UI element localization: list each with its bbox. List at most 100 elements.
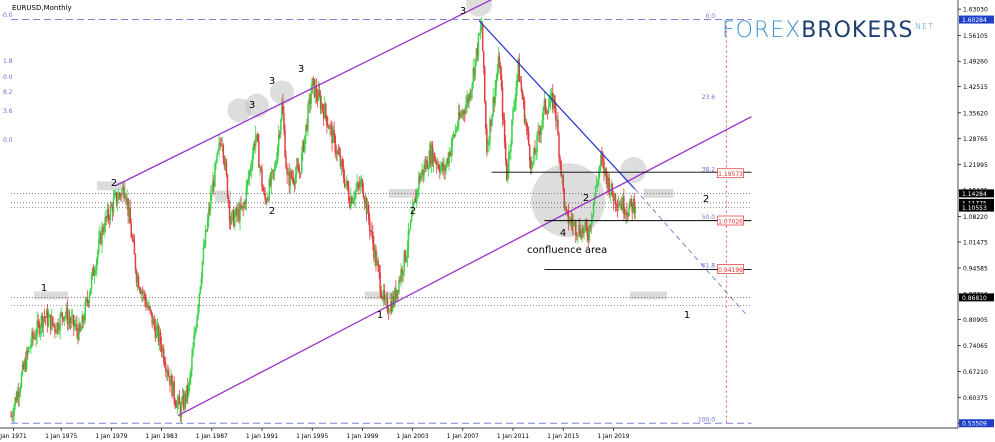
- time-tick-label: 1 Jan 1999: [346, 433, 378, 440]
- candle-body: [454, 129, 457, 136]
- candle-406: [433, 152, 436, 162]
- candle-body: [249, 169, 252, 171]
- candle-body: [496, 71, 499, 80]
- candle-body: [304, 135, 306, 151]
- candle-body: [321, 103, 324, 110]
- candle-body: [276, 146, 279, 161]
- candle-body: [63, 316, 66, 321]
- fibo-price-tag-3: 1.19573: [717, 168, 744, 178]
- candle-body: [484, 67, 486, 102]
- candle-body: [201, 261, 204, 279]
- candle-body: [623, 196, 625, 214]
- time-tick-label: 1 Jan 1975: [45, 433, 77, 440]
- candle-body: [216, 153, 218, 162]
- candle-body: [42, 317, 45, 328]
- candle-body: [273, 168, 276, 172]
- time-tick-label: 1 Jan 2015: [547, 433, 579, 440]
- candle-body: [626, 211, 628, 215]
- candle-body: [526, 127, 529, 132]
- candle-body: [557, 119, 559, 135]
- price-tick-label: 0.80905: [963, 317, 988, 324]
- candle-body: [341, 160, 344, 167]
- candle-212: [230, 210, 233, 226]
- candle-body: [113, 194, 116, 199]
- candle-body: [445, 164, 447, 171]
- candle-body: [348, 189, 350, 201]
- candle-body: [409, 221, 412, 230]
- candle-body: [257, 133, 259, 142]
- price-tick-label: 1.42515: [963, 84, 988, 91]
- candle-body: [372, 231, 374, 244]
- candle-body: [197, 306, 199, 316]
- candle-body: [138, 287, 141, 291]
- candle-77: [89, 288, 92, 296]
- candle-body: [282, 102, 284, 114]
- candle-body: [261, 169, 263, 187]
- candle-body: [525, 122, 528, 128]
- price-tick-label: 1.08220: [963, 214, 988, 221]
- wave-label-4: 3: [269, 76, 275, 87]
- candle-body: [52, 316, 54, 324]
- candle-body: [504, 142, 507, 159]
- price-tick-label: 1.56105: [963, 33, 988, 40]
- candle-body: [264, 193, 266, 200]
- candle-body: [162, 348, 165, 362]
- wave-label-2: 2: [111, 178, 117, 189]
- price-tag-text: 0.86810: [962, 295, 987, 302]
- candle-body: [544, 99, 547, 112]
- candle-body: [284, 129, 286, 157]
- candle-body: [572, 222, 575, 227]
- candle-body: [39, 327, 42, 334]
- candle-body: [601, 154, 603, 159]
- candle-body: [455, 128, 458, 130]
- candle-body: [353, 199, 355, 201]
- candle-body: [532, 161, 534, 164]
- candle-body: [541, 120, 544, 127]
- candle-body: [470, 90, 472, 99]
- candle-body: [310, 93, 312, 105]
- confluence-area-label: confluence area: [527, 245, 607, 256]
- candle-body: [296, 165, 299, 168]
- candle-body: [134, 254, 137, 271]
- candle-body: [54, 325, 56, 331]
- time-tick-label: 1 Jan 2007: [447, 433, 479, 440]
- candle-body: [150, 310, 152, 313]
- candle-body: [96, 258, 98, 270]
- candle-body: [513, 106, 515, 110]
- candle-body: [230, 212, 233, 224]
- candle-body: [190, 370, 192, 378]
- candle-body: [456, 125, 459, 129]
- left-fibo-label-1: 0.0: [3, 12, 13, 19]
- candle-body: [545, 111, 548, 113]
- candle-body: [465, 104, 467, 114]
- price-tag-text: 0.53509: [962, 421, 987, 428]
- price-tick-label: 1.28765: [963, 136, 988, 143]
- left-fibo-label-6: 0.0: [3, 137, 13, 144]
- left-fibo-label-3: 0.0: [3, 74, 13, 81]
- candle-body: [359, 181, 362, 188]
- candle-body: [337, 150, 340, 154]
- candle-body: [203, 245, 206, 248]
- candle-body: [560, 160, 562, 176]
- candle-body: [227, 197, 230, 203]
- time-tick-label: 1 Jan 2011: [497, 433, 529, 440]
- candle-body: [246, 180, 249, 187]
- candle-body: [130, 224, 133, 238]
- candle-body: [437, 163, 440, 170]
- candle-body: [222, 145, 225, 158]
- candle-body: [417, 189, 419, 191]
- candle-body: [347, 180, 349, 190]
- candle-body: [248, 170, 251, 179]
- candle-body: [133, 241, 136, 255]
- candle-body: [196, 315, 198, 328]
- candle-body: [463, 110, 465, 113]
- candle-body: [57, 322, 59, 331]
- candle-body: [501, 87, 504, 118]
- candle-body: [522, 99, 525, 101]
- forex-brokers-watermark: FOREXBROKERS.NET: [722, 18, 934, 43]
- candle-body: [80, 329, 82, 332]
- candle-480: [511, 119, 513, 147]
- wave-label-5: 3: [298, 64, 304, 75]
- candle-body: [568, 222, 571, 224]
- candle-body: [254, 134, 257, 147]
